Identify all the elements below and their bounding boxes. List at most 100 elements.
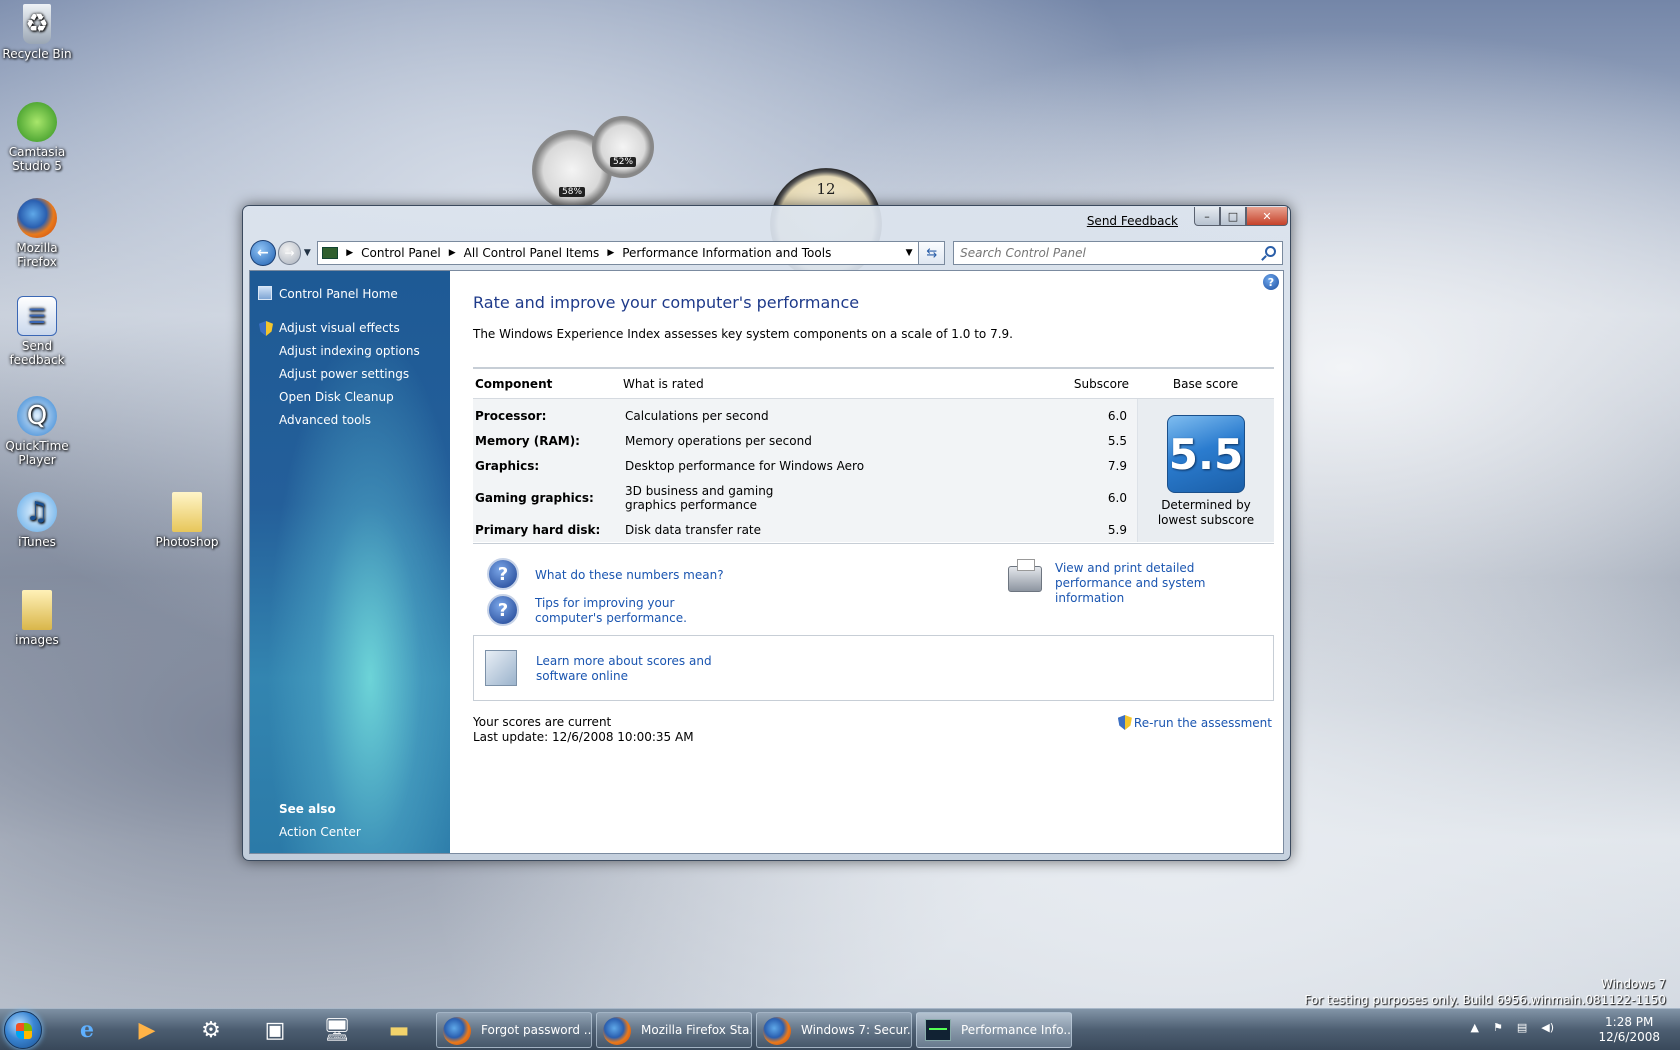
desktop-icon-quicktime[interactable]: Q QuickTime Player <box>0 396 74 467</box>
taskbar-pin-internet-explorer[interactable]: e <box>62 1012 112 1048</box>
desktop-icon-recycle-bin[interactable]: ♻ Recycle Bin <box>0 4 74 61</box>
arrow-left-icon: ← <box>256 245 269 261</box>
task-advanced-tools[interactable]: Advanced tools <box>279 413 371 427</box>
firefox-icon <box>443 1017 471 1045</box>
breadcrumb-separator-icon[interactable]: ▶ <box>449 248 456 258</box>
see-also-heading: See also <box>279 802 336 816</box>
uac-shield-icon <box>1117 715 1132 730</box>
breadcrumb-separator-icon[interactable]: ▶ <box>607 248 614 258</box>
header-subscore: Subscore <box>1073 376 1129 391</box>
task-adjust-visual-effects[interactable]: Adjust visual effects <box>279 321 400 335</box>
action-center-flag-icon[interactable]: ⚑ <box>1493 1021 1503 1034</box>
component-name: Graphics: <box>475 458 540 473</box>
subscore-value: 5.9 <box>1107 522 1127 537</box>
task-open-disk-cleanup[interactable]: Open Disk Cleanup <box>279 390 394 404</box>
table-row: Primary hard disk: Disk data transfer ra… <box>473 517 1137 542</box>
breadcrumb-separator-icon[interactable]: ▶ <box>346 248 353 258</box>
learn-more-box: Learn more about scores and software onl… <box>473 635 1274 701</box>
learn-more-scores-link[interactable]: Learn more about scores and software onl… <box>536 654 746 684</box>
folder-icon: ▬ <box>388 1017 410 1043</box>
table-row: Processor: Calculations per second 6.0 <box>473 403 1137 428</box>
action-center-link[interactable]: Action Center <box>279 825 361 839</box>
uac-shield-icon <box>259 321 273 336</box>
start-button[interactable] <box>4 1011 42 1049</box>
question-mark-icon: ? <box>487 558 519 590</box>
maximize-button[interactable]: □ <box>1220 207 1246 226</box>
task-label: Windows 7: Secur... <box>801 1023 912 1037</box>
page-title: Rate and improve your computer's perform… <box>473 293 860 312</box>
clock-time: 1:28 PM <box>1605 1015 1654 1029</box>
forward-button[interactable]: → <box>277 241 302 265</box>
send-feedback-link[interactable]: Send Feedback <box>1087 214 1178 228</box>
tips-improving-performance-link[interactable]: Tips for improving your computer's perfo… <box>535 596 735 626</box>
title-bar[interactable]: Send Feedback – □ ✕ <box>243 206 1290 236</box>
scores-current-text: Your scores are current <box>473 715 612 729</box>
view-print-details-link[interactable]: View and print detailed performance and … <box>1055 561 1275 606</box>
taskbar-pin-command[interactable]: ▣ <box>250 1012 300 1048</box>
taskbar-pin-explorer[interactable]: ▬ <box>374 1012 424 1048</box>
assessment-status: Your scores are current Last update: 12/… <box>473 715 694 745</box>
taskbar-task-forgot-password[interactable]: Forgot password ... <box>436 1012 592 1048</box>
refresh-button[interactable]: ⇆ <box>919 241 946 265</box>
taskbar-task-firefox-start[interactable]: Mozilla Firefox Sta... <box>596 1012 752 1048</box>
table-row: Graphics: Desktop performance for Window… <box>473 453 1137 478</box>
media-player-icon: ▶ <box>138 1017 156 1043</box>
chevron-down-icon[interactable]: ▼ <box>906 248 913 258</box>
search-icon[interactable] <box>1265 246 1276 257</box>
cpu-usage-value: 58% <box>558 186 586 197</box>
task-label: Mozilla Firefox Sta... <box>641 1023 752 1037</box>
navigation-bar: ← → ▼ ▶ Control Panel ▶ All Control Pane… <box>250 239 1283 267</box>
taskbar-pin-app[interactable]: ⚙ <box>186 1012 236 1048</box>
desktop-icon-label: Photoshop <box>155 535 219 549</box>
breadcrumb-performance[interactable]: Performance Information and Tools <box>622 246 831 260</box>
computer-icon: 🖥 <box>323 1017 351 1043</box>
task-adjust-power-settings[interactable]: Adjust power settings <box>279 367 409 381</box>
minimize-button[interactable]: – <box>1194 207 1220 226</box>
feedback-icon: ☰ <box>17 296 57 336</box>
control-panel-home-link[interactable]: Control Panel Home <box>279 287 398 301</box>
back-button[interactable]: ← <box>250 240 276 266</box>
recycle-bin-icon: ♻ <box>23 4 51 44</box>
desktop-icon-images[interactable]: images <box>0 590 74 647</box>
volume-icon[interactable]: ◀) <box>1541 1021 1554 1034</box>
cpu-meter-gadget-ram[interactable]: 52% <box>592 116 654 178</box>
watermark-os: Windows 7 <box>1600 977 1666 991</box>
recent-pages-dropdown[interactable]: ▼ <box>301 248 313 258</box>
desktop-icon-send-feedback[interactable]: ☰ Send feedback <box>0 296 74 367</box>
what-numbers-mean-link[interactable]: What do these numbers mean? <box>535 568 724 583</box>
taskbar-pin-media-player[interactable]: ▶ <box>122 1012 172 1048</box>
taskbar-pin-computer[interactable]: 🖥 <box>312 1012 362 1048</box>
arrow-right-icon: → <box>284 246 295 260</box>
taskbar: e ▶ ⚙ ▣ 🖥 ▬ Forgot password ... Mozilla … <box>0 1008 1680 1050</box>
experience-index-table: Component What is rated Subscore Base sc… <box>473 367 1274 544</box>
search-box[interactable] <box>953 241 1283 265</box>
network-icon[interactable]: ▤ <box>1517 1021 1527 1034</box>
breadcrumb-all-items[interactable]: All Control Panel Items <box>464 246 600 260</box>
show-hidden-icons-icon[interactable]: ▲ <box>1470 1021 1478 1034</box>
close-button[interactable]: ✕ <box>1246 207 1288 226</box>
itunes-icon: ♫ <box>17 492 57 532</box>
desktop-icon-photoshop[interactable]: Photoshop <box>150 492 224 549</box>
task-label: Performance Info... <box>961 1023 1072 1037</box>
taskbar-clock[interactable]: 1:28 PM 12/6/2008 <box>1598 1015 1660 1045</box>
taskbar-task-windows7-security[interactable]: Windows 7: Secur... <box>756 1012 912 1048</box>
subscore-rows: Processor: Calculations per second 6.0 M… <box>473 399 1137 542</box>
taskbar-task-performance-info[interactable]: Performance Info... <box>916 1012 1072 1048</box>
component-name: Primary hard disk: <box>475 522 601 537</box>
breadcrumb-control-panel[interactable]: Control Panel <box>361 246 441 260</box>
desktop-icon-itunes[interactable]: ♫ iTunes <box>0 492 74 549</box>
software-box-icon <box>485 650 517 686</box>
table-row: Memory (RAM): Memory operations per seco… <box>473 428 1137 453</box>
address-bar[interactable]: ▶ Control Panel ▶ All Control Panel Item… <box>317 241 920 265</box>
rerun-assessment-link[interactable]: Re-run the assessment <box>1117 715 1272 730</box>
desktop-icon-firefox[interactable]: Mozilla Firefox <box>0 198 74 269</box>
performance-icon <box>925 1019 951 1041</box>
rerun-assessment-label: Re-run the assessment <box>1133 715 1272 730</box>
help-icon[interactable]: ? <box>1263 274 1279 290</box>
what-is-rated: Calculations per second <box>625 408 769 423</box>
search-input[interactable] <box>960 246 1251 260</box>
desktop-icon-camtasia[interactable]: Camtasia Studio 5 <box>0 102 74 173</box>
control-panel-icon <box>322 247 339 259</box>
what-is-rated: Memory operations per second <box>625 433 812 448</box>
task-adjust-indexing-options[interactable]: Adjust indexing options <box>279 344 420 358</box>
